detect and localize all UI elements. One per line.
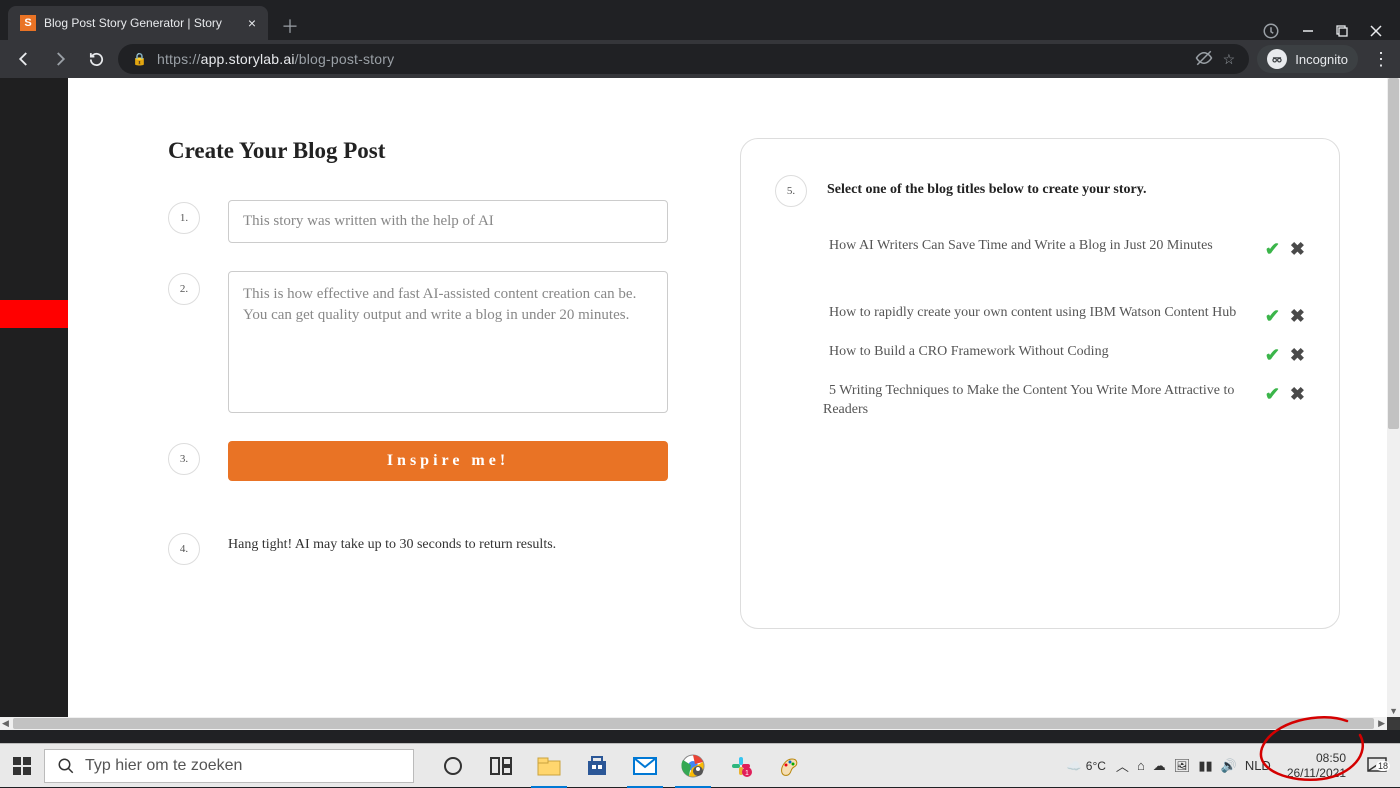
reject-icon[interactable]: ✖	[1290, 384, 1305, 405]
page-content: Create Your Blog Post 1. 2. 3. Inspire m…	[68, 78, 1387, 717]
start-button[interactable]	[0, 744, 44, 788]
eye-off-icon[interactable]	[1195, 49, 1213, 70]
horizontal-scrollbar[interactable]: ◀ ▶	[0, 717, 1387, 730]
close-window-icon[interactable]	[1370, 25, 1382, 37]
chrome-menu-icon[interactable]: ⋮	[1372, 49, 1390, 70]
accept-icon[interactable]: ✔	[1265, 239, 1280, 260]
mail-icon[interactable]	[621, 744, 669, 788]
titles-panel: 5. Select one of the blog titles below t…	[740, 138, 1340, 629]
title-text[interactable]: How to Build a CRO Framework Without Cod…	[823, 343, 1253, 362]
title-option: 5 Writing Techniques to Make the Content…	[775, 374, 1305, 428]
minimize-icon[interactable]	[1302, 25, 1314, 37]
title-option: How to rapidly create your own content u…	[775, 296, 1305, 335]
reject-icon[interactable]: ✖	[1290, 239, 1305, 260]
topic-input[interactable]	[228, 200, 668, 243]
microsoft-store-icon[interactable]	[573, 744, 621, 788]
step-number: 3.	[168, 443, 200, 475]
title-text[interactable]: 5 Writing Techniques to Make the Content…	[823, 382, 1253, 420]
chevron-up-icon[interactable]: ︿	[1116, 756, 1129, 775]
title-text[interactable]: How to rapidly create your own content u…	[823, 304, 1253, 323]
vertical-scrollbar[interactable]: ▲ ▼	[1387, 78, 1400, 717]
scroll-right-arrow[interactable]: ▶	[1378, 718, 1385, 729]
battery-icon[interactable]: ▮▮	[1198, 758, 1212, 774]
clock[interactable]: 08:50 26/11/2021	[1281, 751, 1352, 780]
step-number: 4.	[168, 533, 200, 565]
title-text[interactable]: How AI Writers Can Save Time and Write a…	[823, 237, 1253, 256]
reject-icon[interactable]: ✖	[1290, 345, 1305, 366]
red-side-tab[interactable]	[0, 300, 68, 328]
address-right: Incognito ⋮	[1257, 45, 1390, 73]
scroll-thumb[interactable]	[13, 718, 1374, 729]
panel-title: Select one of the blog titles below to c…	[827, 182, 1146, 198]
volume-icon[interactable]: 🔊	[1221, 758, 1237, 774]
back-button[interactable]	[10, 45, 38, 73]
description-textarea[interactable]	[228, 271, 668, 413]
notification-count: 18	[1376, 761, 1390, 771]
step-number: 1.	[168, 202, 200, 234]
scroll-thumb[interactable]	[1388, 78, 1399, 429]
scroll-left-arrow[interactable]: ◀	[2, 718, 9, 729]
step-number: 2.	[168, 273, 200, 305]
language-indicator[interactable]: NLD	[1245, 758, 1271, 773]
reload-button[interactable]	[82, 45, 110, 73]
weather-widget[interactable]: ☁️ 6°C	[1067, 759, 1106, 773]
maximize-icon[interactable]	[1336, 25, 1348, 37]
wait-text: Hang tight! AI may take up to 30 seconds…	[228, 531, 556, 553]
scroll-down-arrow[interactable]: ▼	[1389, 706, 1398, 716]
left-sidebar-dark	[0, 78, 68, 717]
image-icon[interactable]: 🖼	[1174, 758, 1191, 774]
favicon-icon: S	[20, 15, 36, 31]
windows-taskbar: Typ hier om te zoeken 1 ☁️ 6°C ︿ ⌂ ☁ 🖼 ▮…	[0, 743, 1400, 787]
incognito-icon	[1267, 49, 1287, 69]
search-placeholder: Typ hier om te zoeken	[85, 757, 242, 775]
new-tab-button[interactable]: ＋	[276, 12, 304, 40]
forward-button[interactable]	[46, 45, 74, 73]
title-option: How AI Writers Can Save Time and Write a…	[775, 229, 1305, 268]
browser-chrome: S Blog Post Story Generator | Story × ＋ …	[0, 0, 1400, 78]
incognito-label: Incognito	[1295, 52, 1348, 67]
incognito-badge[interactable]: Incognito	[1257, 45, 1358, 73]
viewport: Create Your Blog Post 1. 2. 3. Inspire m…	[0, 78, 1400, 730]
chrome-icon[interactable]	[669, 744, 717, 788]
cortana-icon[interactable]	[429, 744, 477, 788]
notifications-icon[interactable]: 18	[1362, 757, 1392, 775]
date-text: 26/11/2021	[1287, 766, 1346, 780]
reject-icon[interactable]: ✖	[1290, 306, 1305, 327]
slack-icon[interactable]: 1	[717, 744, 765, 788]
taskbar-apps: 1	[429, 744, 813, 788]
window-controls	[1262, 22, 1400, 40]
address-bar[interactable]: 🔒 https://app.storylab.ai/blog-post-stor…	[118, 44, 1249, 74]
task-view-icon[interactable]	[477, 744, 525, 788]
file-explorer-icon[interactable]	[525, 744, 573, 788]
tab-title: Blog Post Story Generator | Story	[44, 16, 240, 30]
accept-icon[interactable]: ✔	[1265, 345, 1280, 366]
time-text: 08:50	[1287, 751, 1346, 765]
lock-icon: 🔒	[132, 52, 147, 66]
url-text: https://app.storylab.ai/blog-post-story	[157, 51, 1185, 67]
taskbar-search[interactable]: Typ hier om te zoeken	[44, 749, 414, 783]
onedrive-icon[interactable]: ☁	[1153, 758, 1166, 774]
accept-icon[interactable]: ✔	[1265, 306, 1280, 327]
bluetooth-icon[interactable]: ⌂	[1137, 758, 1145, 773]
weather-temp: 6°C	[1086, 759, 1106, 773]
accept-icon[interactable]: ✔	[1265, 384, 1280, 405]
step-number: 5.	[775, 175, 807, 207]
paint-icon[interactable]	[765, 744, 813, 788]
weather-icon: ☁️	[1067, 759, 1082, 773]
close-tab-icon[interactable]: ×	[248, 15, 256, 31]
tab-strip: S Blog Post Story Generator | Story × ＋	[0, 0, 1400, 40]
system-tray: ☁️ 6°C ︿ ⌂ ☁ 🖼 ▮▮ 🔊 NLD 08:50 26/11/2021…	[1067, 751, 1400, 780]
browser-tab[interactable]: S Blog Post Story Generator | Story ×	[8, 6, 268, 40]
address-row: 🔒 https://app.storylab.ai/blog-post-stor…	[0, 40, 1400, 78]
inspire-me-button[interactable]: Inspire me!	[228, 441, 668, 481]
svg-text:1: 1	[745, 770, 749, 777]
star-icon[interactable]: ☆	[1223, 51, 1236, 68]
title-option: How to Build a CRO Framework Without Cod…	[775, 335, 1305, 374]
account-icon[interactable]	[1262, 22, 1280, 40]
search-icon	[57, 757, 75, 775]
